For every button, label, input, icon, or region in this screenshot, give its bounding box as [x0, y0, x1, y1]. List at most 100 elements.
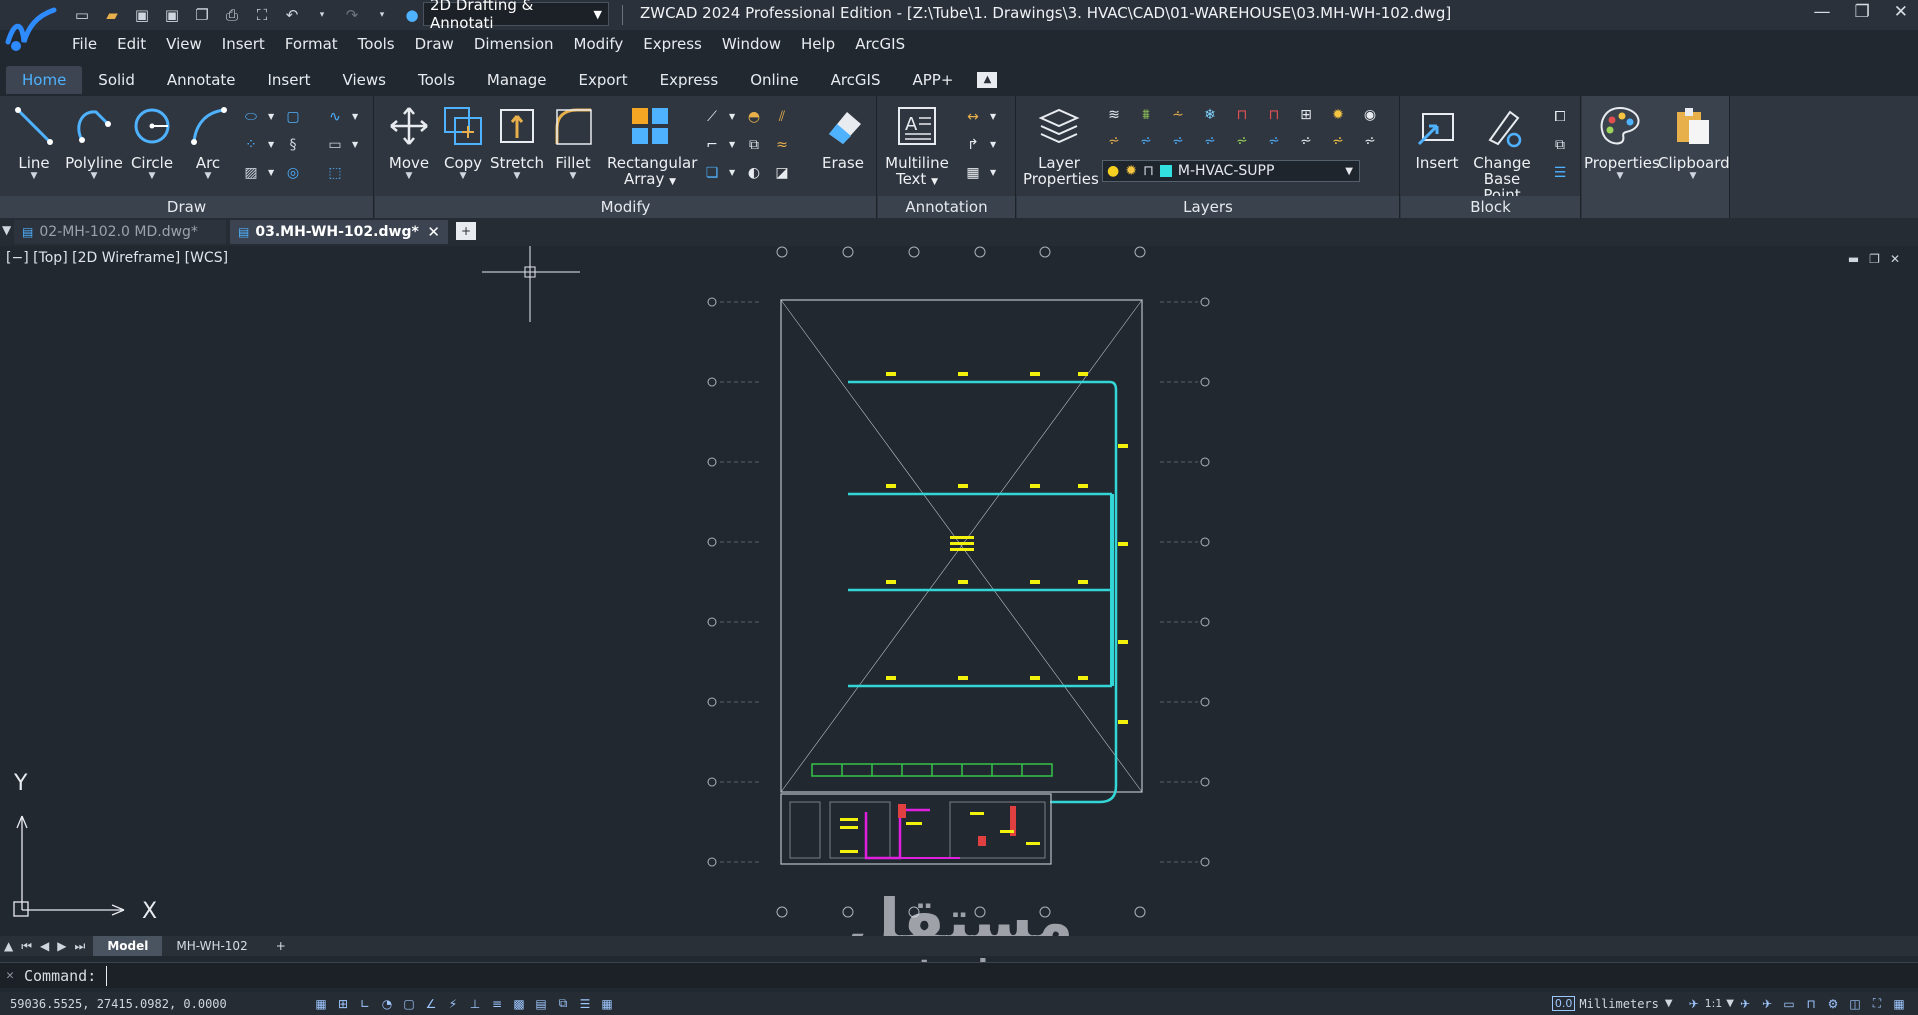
point-icon[interactable]: ⁘: [240, 134, 262, 156]
new-tab-icon[interactable]: +: [456, 222, 476, 240]
chamfer-icon[interactable]: ◪: [771, 162, 793, 184]
layout-tab-mh-wh-102[interactable]: MH-WH-102: [162, 936, 261, 956]
linear-dimension-icon[interactable]: ↔: [962, 106, 984, 128]
offset-icon[interactable]: ◓: [743, 106, 765, 128]
precision-badge[interactable]: 0.0: [1551, 996, 1576, 1011]
annotation-monitor-icon[interactable]: ☰: [574, 995, 596, 1013]
clipboard-tool[interactable]: Clipboard ▼: [1658, 104, 1730, 181]
rectangular-array-tool[interactable]: Rectangular Array ▼: [607, 104, 697, 190]
help-icon[interactable]: ●: [400, 3, 424, 27]
undo-dropdown-icon[interactable]: ▾: [310, 3, 334, 27]
menu-dimension[interactable]: Dimension: [464, 32, 564, 56]
cursor-coordinates[interactable]: 59036.5525, 27415.0982, 0.0000: [10, 997, 310, 1011]
quick-props-icon[interactable]: ▤: [530, 995, 552, 1013]
layer-turn-on-icon[interactable]: ⩫: [1327, 130, 1349, 152]
command-input[interactable]: [106, 965, 1918, 986]
grid-icon[interactable]: ▦: [310, 995, 332, 1013]
menu-format[interactable]: Format: [275, 32, 348, 56]
table-icon[interactable]: ▦: [962, 162, 984, 184]
menu-file[interactable]: File: [62, 32, 107, 56]
tab-list-icon[interactable]: ▼: [2, 223, 11, 237]
move-chevron-icon[interactable]: ▼: [379, 171, 439, 181]
otrack-icon[interactable]: ∠: [420, 995, 442, 1013]
tab-app-plus[interactable]: APP+: [897, 66, 970, 94]
tab-home[interactable]: Home: [6, 66, 83, 94]
wipeout-icon[interactable]: ⬚: [324, 162, 346, 184]
layer-lock-icon[interactable]: ⊓: [1231, 104, 1253, 126]
layout-last-icon[interactable]: ⏭: [71, 939, 90, 954]
command-close-icon[interactable]: ✕: [0, 968, 20, 983]
multiline-text-tool[interactable]: A Multiline Text ▼: [882, 104, 952, 190]
fillet-tool[interactable]: Fillet ▼: [543, 104, 603, 181]
layer-dropdown[interactable]: ● ✹ ⊓ M-HVAC-SUPP ▼: [1102, 160, 1360, 182]
layer-make-current-icon[interactable]: ⩩: [1135, 104, 1157, 126]
open-folder-icon[interactable]: ▰: [100, 3, 124, 27]
properties-chevron-icon[interactable]: ▼: [1584, 171, 1656, 181]
break-icon[interactable]: ⫽: [771, 106, 793, 128]
print-icon[interactable]: ⎙: [220, 3, 244, 27]
save-icon[interactable]: ▣: [130, 3, 154, 27]
arc-chevron-icon[interactable]: ▼: [178, 171, 238, 181]
draw-panel-title[interactable]: Draw: [0, 196, 373, 218]
zoom-extents-icon[interactable]: ⛶: [250, 3, 274, 27]
leader-chevron-icon[interactable]: ▼: [990, 134, 998, 156]
layer-thaw-icon[interactable]: ⩫: [1263, 130, 1285, 152]
layout-up-icon[interactable]: ▲: [0, 939, 17, 953]
layout-prev-icon[interactable]: ◀: [36, 939, 53, 953]
snap-icon[interactable]: ⊞: [332, 995, 354, 1013]
circle-chevron-icon[interactable]: ▼: [122, 171, 182, 181]
auto-scale-icon[interactable]: ✈: [1756, 995, 1778, 1013]
doc-tab-03-mh-wh-102[interactable]: ▤ 03.MH-WH-102.dwg* ✕: [230, 220, 448, 244]
menu-draw[interactable]: Draw: [405, 32, 464, 56]
transparency-icon[interactable]: ▩: [508, 995, 530, 1013]
mtext-chevron-icon[interactable]: ▼: [931, 177, 938, 187]
zwcad-logo-icon[interactable]: [2, 2, 60, 56]
osnap-icon[interactable]: ▢: [398, 995, 420, 1013]
create-block-icon[interactable]: ⧠: [1549, 106, 1571, 128]
menu-tools[interactable]: Tools: [348, 32, 405, 56]
save-all-icon[interactable]: ❐: [190, 3, 214, 27]
workspace-switch-icon[interactable]: ▭: [1778, 995, 1800, 1013]
doc-tab-02-mh-102[interactable]: ▤ 02-MH-102.0 MD.dwg*: [14, 220, 226, 244]
layer-unlock-icon[interactable]: ⩫: [1231, 130, 1253, 152]
attribute-icon[interactable]: ☰: [1549, 162, 1571, 184]
spline-icon[interactable]: ∿: [324, 106, 346, 128]
isolate-objects-icon[interactable]: ◫: [1844, 995, 1866, 1013]
point-chevron-icon[interactable]: ▼: [268, 134, 276, 156]
tab-tools[interactable]: Tools: [402, 66, 471, 94]
layer-merge-icon[interactable]: ⩫: [1103, 130, 1125, 152]
dimension-chevron-icon[interactable]: ▼: [990, 106, 998, 128]
stretch-tool[interactable]: Stretch ▼: [487, 104, 547, 181]
menu-modify[interactable]: Modify: [564, 32, 634, 56]
menu-edit[interactable]: Edit: [107, 32, 156, 56]
mirror-chevron-icon[interactable]: ▼: [729, 134, 737, 156]
tab-arcgis[interactable]: ArcGIS: [815, 66, 897, 94]
annotation-scale-label[interactable]: 1:1: [1705, 997, 1723, 1010]
tab-annotate[interactable]: Annotate: [151, 66, 252, 94]
change-base-point-tool[interactable]: Change Base Point: [1463, 104, 1541, 203]
ellipse-chevron-icon[interactable]: ▼: [268, 106, 276, 128]
dyn-ucs-icon[interactable]: ⚡: [442, 995, 464, 1013]
tab-solid[interactable]: Solid: [82, 66, 151, 94]
new-file-icon[interactable]: ▭: [70, 3, 94, 27]
settings-icon[interactable]: ⚙: [1822, 995, 1844, 1013]
polar-icon[interactable]: ◔: [376, 995, 398, 1013]
layers-panel-title[interactable]: Layers: [1017, 196, 1399, 218]
layer-change-icon[interactable]: ⩫: [1167, 130, 1189, 152]
workspace-selector[interactable]: 2D Drafting & Annotati ▼: [423, 0, 609, 32]
ellipse-icon[interactable]: ⬭: [240, 106, 262, 128]
line-tool[interactable]: Line ▼: [4, 104, 64, 181]
line-chevron-icon[interactable]: ▼: [4, 171, 64, 181]
menu-arcgis[interactable]: ArcGIS: [845, 32, 915, 56]
redo-icon[interactable]: ↷: [340, 3, 364, 27]
minimize-icon[interactable]: —: [1814, 2, 1831, 22]
units-chevron-icon[interactable]: ▼: [1665, 998, 1673, 1009]
rotate-icon[interactable]: ◐: [743, 162, 765, 184]
layer-copy-objects-icon[interactable]: ⩫: [1199, 130, 1221, 152]
layer-on-icon[interactable]: ✹: [1327, 104, 1349, 126]
layout-tab-add[interactable]: +: [262, 936, 300, 956]
explode-icon[interactable]: ❏: [701, 162, 723, 184]
trim-icon[interactable]: ⟋: [701, 106, 723, 128]
layout-next-icon[interactable]: ▶: [53, 939, 70, 953]
copy-chevron-icon[interactable]: ▼: [433, 171, 493, 181]
